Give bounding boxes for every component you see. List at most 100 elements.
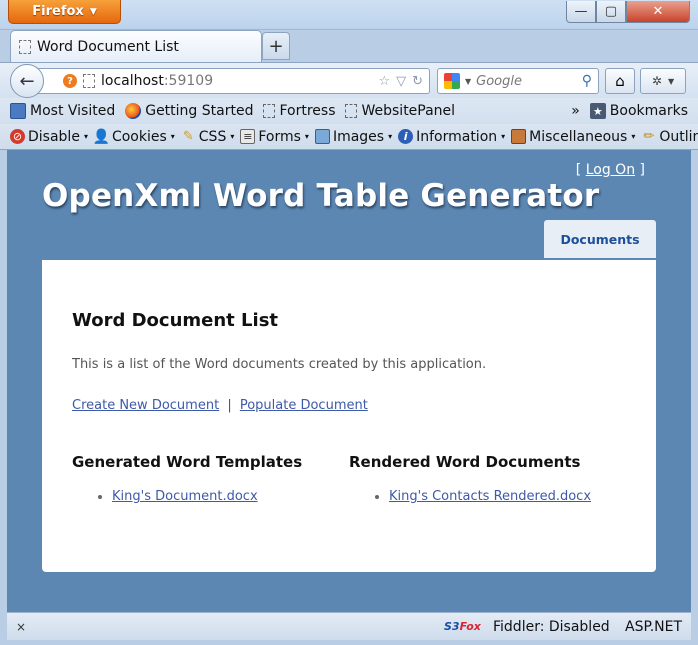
disable-icon: ⊘: [10, 129, 25, 144]
google-icon[interactable]: [444, 73, 460, 89]
devtool-forms[interactable]: ≡ Forms ▾: [240, 129, 309, 145]
dropdown-arrow-icon: ▾: [631, 132, 636, 141]
template-document-link[interactable]: King's Document.docx: [112, 489, 258, 504]
tab-strip: Word Document List +: [0, 30, 698, 62]
devtool-label: Forms: [258, 128, 301, 145]
site-title: OpenXml Word Table Generator: [42, 178, 600, 214]
search-engine-dropdown-icon[interactable]: ▼: [465, 77, 471, 86]
document-columns: Generated Word Templates King's Document…: [72, 453, 626, 504]
bug-icon: ✲: [651, 74, 662, 88]
close-window-button[interactable]: ✕: [626, 1, 690, 23]
log-on-link[interactable]: Log On: [586, 162, 635, 178]
url-port: :59109: [163, 73, 214, 89]
devtool-css[interactable]: ✎ CSS ▾: [181, 129, 235, 145]
main-content: Word Document List This is a list of the…: [42, 260, 656, 572]
list-item: King's Contacts Rendered.docx: [389, 489, 626, 504]
dropdown-arrow-icon: ▾: [230, 132, 235, 141]
chevron-down-icon: ▼: [667, 76, 675, 86]
url-text[interactable]: localhost:59109: [101, 73, 372, 89]
rendered-document-link[interactable]: King's Contacts Rendered.docx: [389, 489, 591, 504]
s3fox-label-a: S3: [444, 620, 460, 633]
bookmarks-menu-label: Bookmarks: [609, 103, 688, 119]
bookmark-label: WebsitePanel: [361, 103, 456, 119]
back-button[interactable]: ←: [10, 64, 44, 98]
fiddler-status[interactable]: Fiddler: Disabled: [493, 619, 610, 635]
page-icon: [263, 104, 276, 118]
devtool-label: Disable: [28, 128, 80, 145]
devtool-disable[interactable]: ⊘ Disable ▾: [10, 129, 88, 145]
populate-document-link[interactable]: Populate Document: [240, 398, 368, 413]
bookmarks-right: » ★ Bookmarks: [571, 98, 688, 124]
star-icon: ★: [589, 103, 606, 119]
bookmark-label: Getting Started: [145, 103, 254, 119]
info-icon: i: [398, 129, 414, 144]
bookmark-label: Most Visited: [30, 103, 116, 119]
close-addon-bar-button[interactable]: ×: [16, 620, 26, 634]
most-visited-icon: [10, 103, 26, 119]
bookmarks-overflow-button[interactable]: »: [571, 103, 580, 119]
search-input[interactable]: Google: [476, 74, 577, 89]
bookmark-most-visited[interactable]: Most Visited: [10, 103, 115, 119]
search-bar[interactable]: ▼ Google ⚲: [437, 68, 599, 94]
bracket-open: [: [575, 162, 582, 178]
toolbox-icon: [511, 129, 527, 144]
new-tab-button[interactable]: +: [262, 32, 290, 60]
minimize-button[interactable]: —: [566, 1, 596, 23]
dropdown-arrow-icon: ▾: [501, 132, 506, 141]
page-icon: [345, 104, 358, 118]
dropdown-arrow-icon: ▾: [388, 132, 393, 141]
home-icon: ⌂: [615, 72, 625, 90]
templates-list: King's Document.docx: [72, 489, 349, 504]
bookmark-star-icon[interactable]: ☆: [378, 74, 390, 89]
devtool-label: Images: [332, 128, 385, 145]
devtool-label: CSS: [198, 128, 227, 145]
bookmark-getting-started[interactable]: Getting Started: [125, 103, 253, 119]
pencil-icon: ✎: [182, 129, 194, 144]
page-viewport: [ Log On ] OpenXml Word Table Generator …: [7, 150, 691, 612]
devtool-label: Cookies: [111, 128, 167, 145]
s3fox-label-b: Fox: [459, 620, 481, 633]
bookmark-fortress[interactable]: Fortress: [263, 103, 335, 119]
aspnet-status[interactable]: ASP.NET: [625, 619, 682, 635]
url-host: localhost: [101, 73, 164, 89]
dropdown-arrow-icon: ▾: [304, 132, 309, 141]
devtool-miscellaneous[interactable]: Miscellaneous ▾: [511, 129, 635, 145]
form-icon: ≡: [240, 129, 256, 144]
maximize-button[interactable]: ▢: [596, 1, 626, 23]
url-bar[interactable]: ? localhost:59109 ☆ ▽ ↻: [32, 68, 430, 94]
devtool-cookies[interactable]: 👤 Cookies ▾: [92, 128, 175, 145]
create-new-document-link[interactable]: Create New Document: [72, 398, 219, 413]
cookie-user-icon: 👤: [92, 128, 111, 145]
dropdown-arrow-icon: ▾: [83, 132, 88, 141]
bookmarks-menu-button[interactable]: ★ Bookmarks: [589, 103, 688, 119]
templates-heading: Generated Word Templates: [72, 453, 303, 471]
devtool-outline[interactable]: ✏ Outline: [641, 129, 698, 145]
magnifier-icon[interactable]: ⚲: [582, 73, 592, 89]
link-separator: |: [227, 398, 232, 413]
pencil-icon: ✏: [643, 129, 655, 144]
addon-button[interactable]: ✲ ▼: [640, 68, 686, 94]
templates-column: Generated Word Templates King's Document…: [72, 453, 349, 504]
reload-icon[interactable]: ↻: [412, 74, 423, 89]
devtool-images[interactable]: Images ▾: [314, 128, 393, 145]
bookmarks-toolbar: Most Visited Getting Started Fortress We…: [0, 98, 698, 124]
window-titlebar: Firefox ▼ — ▢ ✕: [0, 0, 698, 30]
devtool-label: Miscellaneous: [529, 128, 628, 145]
devtool-information[interactable]: i Information ▾: [398, 129, 505, 145]
home-button[interactable]: ⌂: [605, 68, 635, 94]
list-item: King's Document.docx: [112, 489, 349, 504]
firefox-menu-label: Firefox: [32, 4, 84, 19]
tab-title: Word Document List: [37, 38, 179, 55]
tab-word-document-list[interactable]: Word Document List: [10, 30, 262, 62]
nav-tab-documents[interactable]: Documents: [544, 220, 656, 258]
devtool-label: Outline: [659, 128, 698, 145]
firefox-menu-button[interactable]: Firefox ▼: [8, 0, 121, 24]
s3fox-button[interactable]: S3Fox: [444, 620, 481, 633]
page-icon: [19, 39, 31, 54]
image-icon: [314, 129, 330, 144]
intro-text: This is a list of the Word documents cre…: [72, 357, 487, 372]
history-dropdown-icon[interactable]: ▽: [396, 74, 406, 89]
firefox-icon: [125, 103, 142, 119]
bookmark-websitepanel[interactable]: WebsitePanel: [345, 103, 455, 119]
site-identity-icon[interactable]: ?: [63, 74, 77, 88]
